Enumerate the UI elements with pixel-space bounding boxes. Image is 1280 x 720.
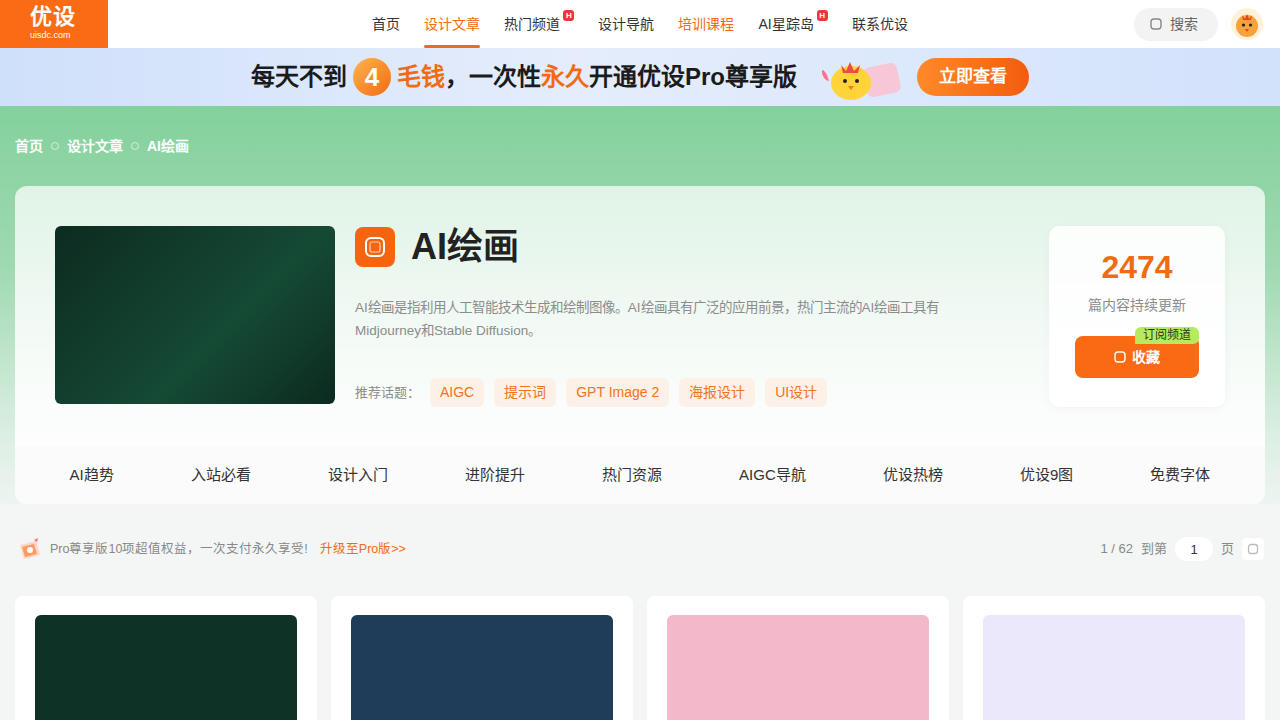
sub-nav-item[interactable]: 热门资源 [602, 464, 662, 487]
banner-text: 永久 [541, 59, 589, 95]
logo-domain: uisdc.com [30, 31, 108, 40]
breadcrumb-item[interactable]: 首页 [15, 136, 43, 157]
nav-label: 热门频道 [504, 14, 560, 35]
channel-icon [355, 227, 395, 267]
pager: 1 / 62 到第 页 [1100, 537, 1264, 561]
sub-nav-item[interactable]: AI趋势 [70, 464, 114, 487]
nav-label: 首页 [372, 14, 400, 35]
user-area: 搜索 [908, 0, 1280, 48]
promo-banner[interactable]: 每天不到4毛钱，一次性永久开通优设Pro尊享版 立即查看 [0, 48, 1280, 106]
sub-nav-item[interactable]: 设计入门 [328, 464, 388, 487]
mascot [815, 51, 905, 103]
nav-label: 联系优设 [852, 14, 908, 35]
sub-nav: AI趋势 入站必看 设计入门 进阶提升 热门资源 AIGC导航 优设热榜 优设9图 免费字体 [15, 446, 1265, 504]
sub-nav-item[interactable]: 优设9图 [1020, 464, 1073, 487]
article-cover [35, 615, 297, 720]
promo-link[interactable]: 升级至Pro版>> [320, 540, 406, 559]
breadcrumb-separator-icon [131, 142, 139, 150]
article-card[interactable] [15, 596, 317, 720]
sub-nav-item[interactable]: 优设热榜 [883, 464, 943, 487]
sub-nav-item[interactable]: AIGC导航 [739, 464, 806, 487]
topics-label: 推荐话题： [355, 383, 420, 403]
favorite-label: 收藏 [1132, 347, 1160, 368]
article-card[interactable] [331, 596, 633, 720]
breadcrumb-separator-icon [51, 142, 59, 150]
channel-cover[interactable] [55, 226, 335, 404]
search-label: 搜索 [1170, 14, 1198, 35]
channel-hero: 首页 设计文章 AI绘画 AI绘画 AI绘画是指利用人工智能技术生成和绘制图像。AI绘画… [0, 106, 1280, 504]
topic-tag[interactable]: GPT Image 2 [566, 378, 669, 407]
nav-label: 设计导航 [598, 14, 654, 35]
sub-nav-item[interactable]: 免费字体 [1150, 464, 1210, 487]
topic-list: 推荐话题： AIGC 提示词 GPT Image 2 海报设计 UI设计 [355, 378, 989, 407]
sub-nav-item[interactable]: 进阶提升 [465, 464, 525, 487]
nav-label: 设计文章 [424, 14, 480, 35]
top-bar: 优设uisdc.com首页设计文章热门频道H设计导航培训课程AI星踪岛H联系优设… [0, 0, 1280, 48]
channel-summary: AI绘画 AI绘画是指利用人工智能技术生成和绘制图像。AI绘画具有广泛的应用前景，… [15, 186, 1265, 446]
topic-tag[interactable]: UI设计 [765, 378, 827, 407]
hot-badge: H [563, 10, 574, 21]
topic-tag[interactable]: AIGC [430, 378, 484, 407]
chick-avatar-icon [1230, 7, 1264, 41]
breadcrumb-item: AI绘画 [147, 136, 189, 157]
banner-button[interactable]: 立即查看 [917, 58, 1029, 96]
banner-text: 开通优设Pro尊享版 [589, 59, 797, 95]
channel-card: AI绘画 AI绘画是指利用人工智能技术生成和绘制图像。AI绘画具有广泛的应用前景，… [15, 186, 1265, 504]
logo-name: 优设 [30, 6, 108, 28]
main-nav: 首页设计文章热门频道H设计导航培训课程AI星踪岛H联系优设 [372, 0, 907, 48]
banner-text: 4 [353, 58, 391, 96]
channel-info: AI绘画 AI绘画是指利用人工智能技术生成和绘制图像。AI绘画具有广泛的应用前景，… [355, 226, 1029, 407]
nav-item[interactable]: 热门频道H [504, 0, 574, 48]
promo-text: Pro尊享版10项超值权益，一次支付永久享受! [50, 540, 308, 559]
topic-tag[interactable]: 海报设计 [679, 378, 755, 407]
nav-label: AI星踪岛 [758, 14, 813, 35]
avatar[interactable] [1230, 7, 1264, 41]
nav-label: 培训课程 [678, 14, 734, 35]
logo[interactable]: 优设 uisdc.com [0, 0, 108, 48]
banner-text: 每天不到 [251, 59, 347, 95]
channel-description: AI绘画是指利用人工智能技术生成和绘制图像。AI绘画具有广泛的应用前景，热门主流… [355, 296, 989, 342]
page-input[interactable] [1175, 537, 1213, 561]
list-toolbar: Pro尊享版10项超值权益，一次支付永久享受! 升级至Pro版>> 1 / 62 到第… [0, 504, 1280, 566]
nav-item[interactable]: 设计文章 [424, 0, 480, 48]
nav-item[interactable]: 联系优设 [852, 0, 908, 48]
channel-title: AI绘画 [411, 227, 519, 267]
favorite-icon [1114, 351, 1126, 363]
breadcrumb-item[interactable]: 设计文章 [67, 136, 123, 157]
search-icon [1150, 18, 1162, 30]
article-count: 2474 [1075, 250, 1199, 285]
article-cover [983, 615, 1245, 720]
page-go-button[interactable] [1242, 538, 1264, 560]
subscribe-badge[interactable]: 订阅频道 [1135, 327, 1199, 344]
search-button[interactable]: 搜索 [1134, 8, 1218, 41]
nav-item[interactable]: AI星踪岛 H [758, 0, 827, 48]
page-goto-label: 到第 [1141, 539, 1167, 559]
nav-item[interactable]: 设计导航 [598, 0, 654, 48]
go-icon [1247, 543, 1259, 555]
channel-stats: 2474篇内容持续更新收藏订阅频道 [1049, 226, 1225, 407]
favorite-wrap: 收藏订阅频道 [1075, 336, 1199, 378]
banner-text: 毛钱 [397, 59, 445, 95]
article-card[interactable] [963, 596, 1265, 720]
sub-nav-item[interactable]: 入站必看 [191, 464, 251, 487]
channel-title-row: AI绘画 [355, 226, 989, 268]
banner-text: ，一次性 [445, 59, 541, 95]
article-grid [0, 566, 1280, 720]
chick-mascot-icon [815, 51, 905, 103]
nav-item[interactable]: 首页 [372, 0, 400, 48]
topic-tag[interactable]: 提示词 [494, 378, 556, 407]
article-cover [667, 615, 929, 720]
breadcrumb: 首页 设计文章 AI绘画 [15, 106, 1265, 186]
gift-icon [16, 537, 44, 561]
article-card[interactable] [647, 596, 949, 720]
nav-item[interactable]: 培训课程 [678, 0, 734, 48]
page-position: 1 / 62 [1100, 539, 1133, 559]
pro-promo: Pro尊享版10项超值权益，一次支付永久享受! 升级至Pro版>> [16, 537, 406, 561]
article-cover [351, 615, 613, 720]
hot-badge: H [817, 10, 828, 21]
page-unit: 页 [1221, 539, 1234, 559]
article-count-label: 篇内容持续更新 [1075, 295, 1199, 316]
